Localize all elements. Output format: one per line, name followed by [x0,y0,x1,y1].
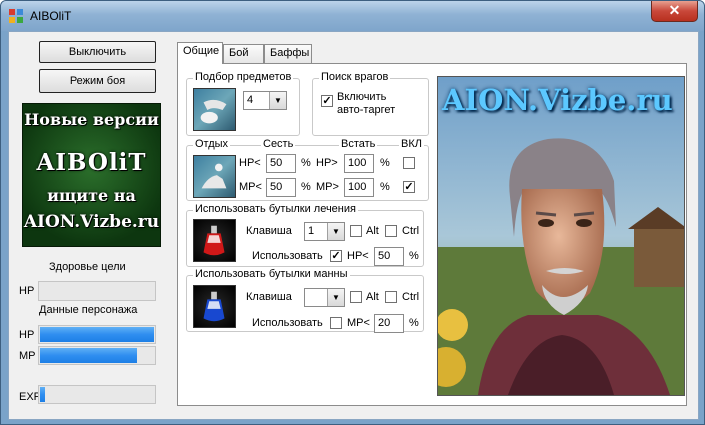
window-title: AIBOliT [30,9,72,23]
loot-hand-icon [193,88,236,131]
tab-general[interactable]: Общие [177,42,223,64]
mana-key-label: Клавиша [246,291,292,303]
auto-target-checkbox[interactable]: ✓ [321,95,333,107]
hp-bar [38,325,156,344]
mana-alt-label: Alt [366,291,379,303]
promo-banner[interactable]: Новые версии AIBOliT ищите на AION.Vizbe… [22,103,161,247]
heal-key-combo[interactable]: 1 ▼ [304,222,345,241]
mana-potion-title: Использовать бутылки манны [193,268,350,280]
heal-alt-checkbox[interactable] [350,225,362,237]
rest-group-title: Отдых [193,138,231,150]
character-data-label: Данные персонажа [39,304,138,316]
rest-mp-sit-label: MP< [239,181,262,193]
loot-count-combo[interactable]: 4 ▼ [243,91,287,110]
client-area: Выключить Режим боя Новые версии AIBOliT… [8,31,699,420]
rest-col-stand: Встать [339,138,378,150]
target-hp-bar [38,281,156,301]
heal-ctrl-label: Ctrl [402,225,420,237]
loot-group-title: Подбор предметов [193,71,294,83]
chevron-down-icon[interactable]: ▼ [327,289,344,306]
mana-alt-checkbox[interactable] [350,291,362,303]
heal-use-checkbox[interactable]: ✓ [330,250,342,262]
rest-mp-stand-input[interactable]: 100 [344,178,374,197]
rest-group: Отдых Сесть Встать ВКЛ HP< 50 % HP> 100 … [186,138,429,201]
rest-col-on: ВКЛ [399,138,424,150]
banner-line-3: ищите на [47,186,136,205]
auto-target-label-2: авто-таргет [337,104,396,116]
hp-fill [40,327,154,342]
heal-threshold-label: HP< [347,250,369,262]
app-window: AIBOliT ✕ Выключить Режим боя Новые верс… [0,0,705,425]
rest-hp-stand-percent: % [380,157,390,169]
banner-line-1: Новые версии [24,110,159,129]
enemy-search-group: Поиск врагов ✓ Включить авто-таргет [312,71,429,136]
mana-key-combo[interactable]: ▼ [304,288,345,307]
target-health-label: Здоровье цели [49,261,126,273]
rest-mp-enable-checkbox[interactable]: ✓ [403,181,415,193]
portrait-image [438,77,684,395]
portrait-caption: AION.Vizbe.ru [442,83,673,117]
rest-mp-sit-input[interactable]: 50 [266,178,296,197]
hp-label: HP [19,329,35,341]
app-icon [9,9,23,23]
tab-combat[interactable]: Бой [223,44,264,63]
rest-hp-sit-percent: % [301,157,311,169]
enemy-search-title: Поиск врагов [319,71,391,83]
exp-bar [38,385,156,404]
rest-mp-sit-percent: % [301,181,311,193]
mana-potion-icon [193,285,236,328]
title-bar[interactable]: AIBOliT ✕ [1,1,704,31]
character-portrait: AION.Vizbe.ru [437,76,685,396]
mana-threshold-percent: % [409,317,419,329]
banner-line-4: AION.Vizbe.ru [23,212,160,232]
rest-mp-stand-percent: % [380,181,390,193]
heal-potion-group: Использовать бутылки лечения Клавиша 1 ▼… [186,203,424,267]
rest-hp-enable-checkbox[interactable] [403,157,415,169]
heal-key-label: Клавиша [246,225,292,237]
rest-hp-sit-label: HP< [239,157,261,169]
banner-line-2: AIBOliT [36,149,147,176]
close-button[interactable]: ✕ [651,1,698,22]
mana-threshold-label: MP< [347,317,370,329]
target-hp-label: HP [19,285,35,297]
mp-bar [38,346,156,365]
rest-icon [193,155,236,198]
heal-threshold-percent: % [409,250,419,262]
loot-group: Подбор предметов 4 ▼ [186,71,300,136]
loot-count-value: 4 [247,94,254,106]
combat-mode-button[interactable]: Режим боя [39,69,156,93]
heal-key-value: 1 [308,225,315,237]
rest-col-sit: Сесть [261,138,296,150]
heal-alt-label: Alt [366,225,379,237]
mp-label: MP [19,350,36,362]
mana-potion-group: Использовать бутылки манны Клавиша ▼ Alt… [186,268,424,333]
mp-fill [40,348,137,363]
heal-potion-title: Использовать бутылки лечения [193,203,358,215]
mana-threshold-input[interactable]: 20 [374,314,404,333]
exp-fill [40,387,45,402]
rest-hp-sit-input[interactable]: 50 [266,154,296,173]
heal-ctrl-checkbox[interactable] [385,225,397,237]
heal-potion-icon [193,219,236,262]
auto-target-label-1: Включить [337,91,387,103]
mana-use-label: Использовать [252,317,323,329]
mana-use-checkbox[interactable] [330,317,342,329]
rest-hp-stand-label: HP> [316,157,338,169]
heal-threshold-input[interactable]: 50 [374,247,404,266]
rest-mp-stand-label: MP> [316,181,339,193]
chevron-down-icon[interactable]: ▼ [269,92,286,109]
rest-hp-stand-input[interactable]: 100 [344,154,374,173]
off-button[interactable]: Выключить [39,41,156,63]
mana-ctrl-label: Ctrl [402,291,420,303]
tab-buffs[interactable]: Баффы [264,44,312,63]
chevron-down-icon[interactable]: ▼ [327,223,344,240]
mana-ctrl-checkbox[interactable] [385,291,397,303]
heal-use-label: Использовать [252,250,323,262]
